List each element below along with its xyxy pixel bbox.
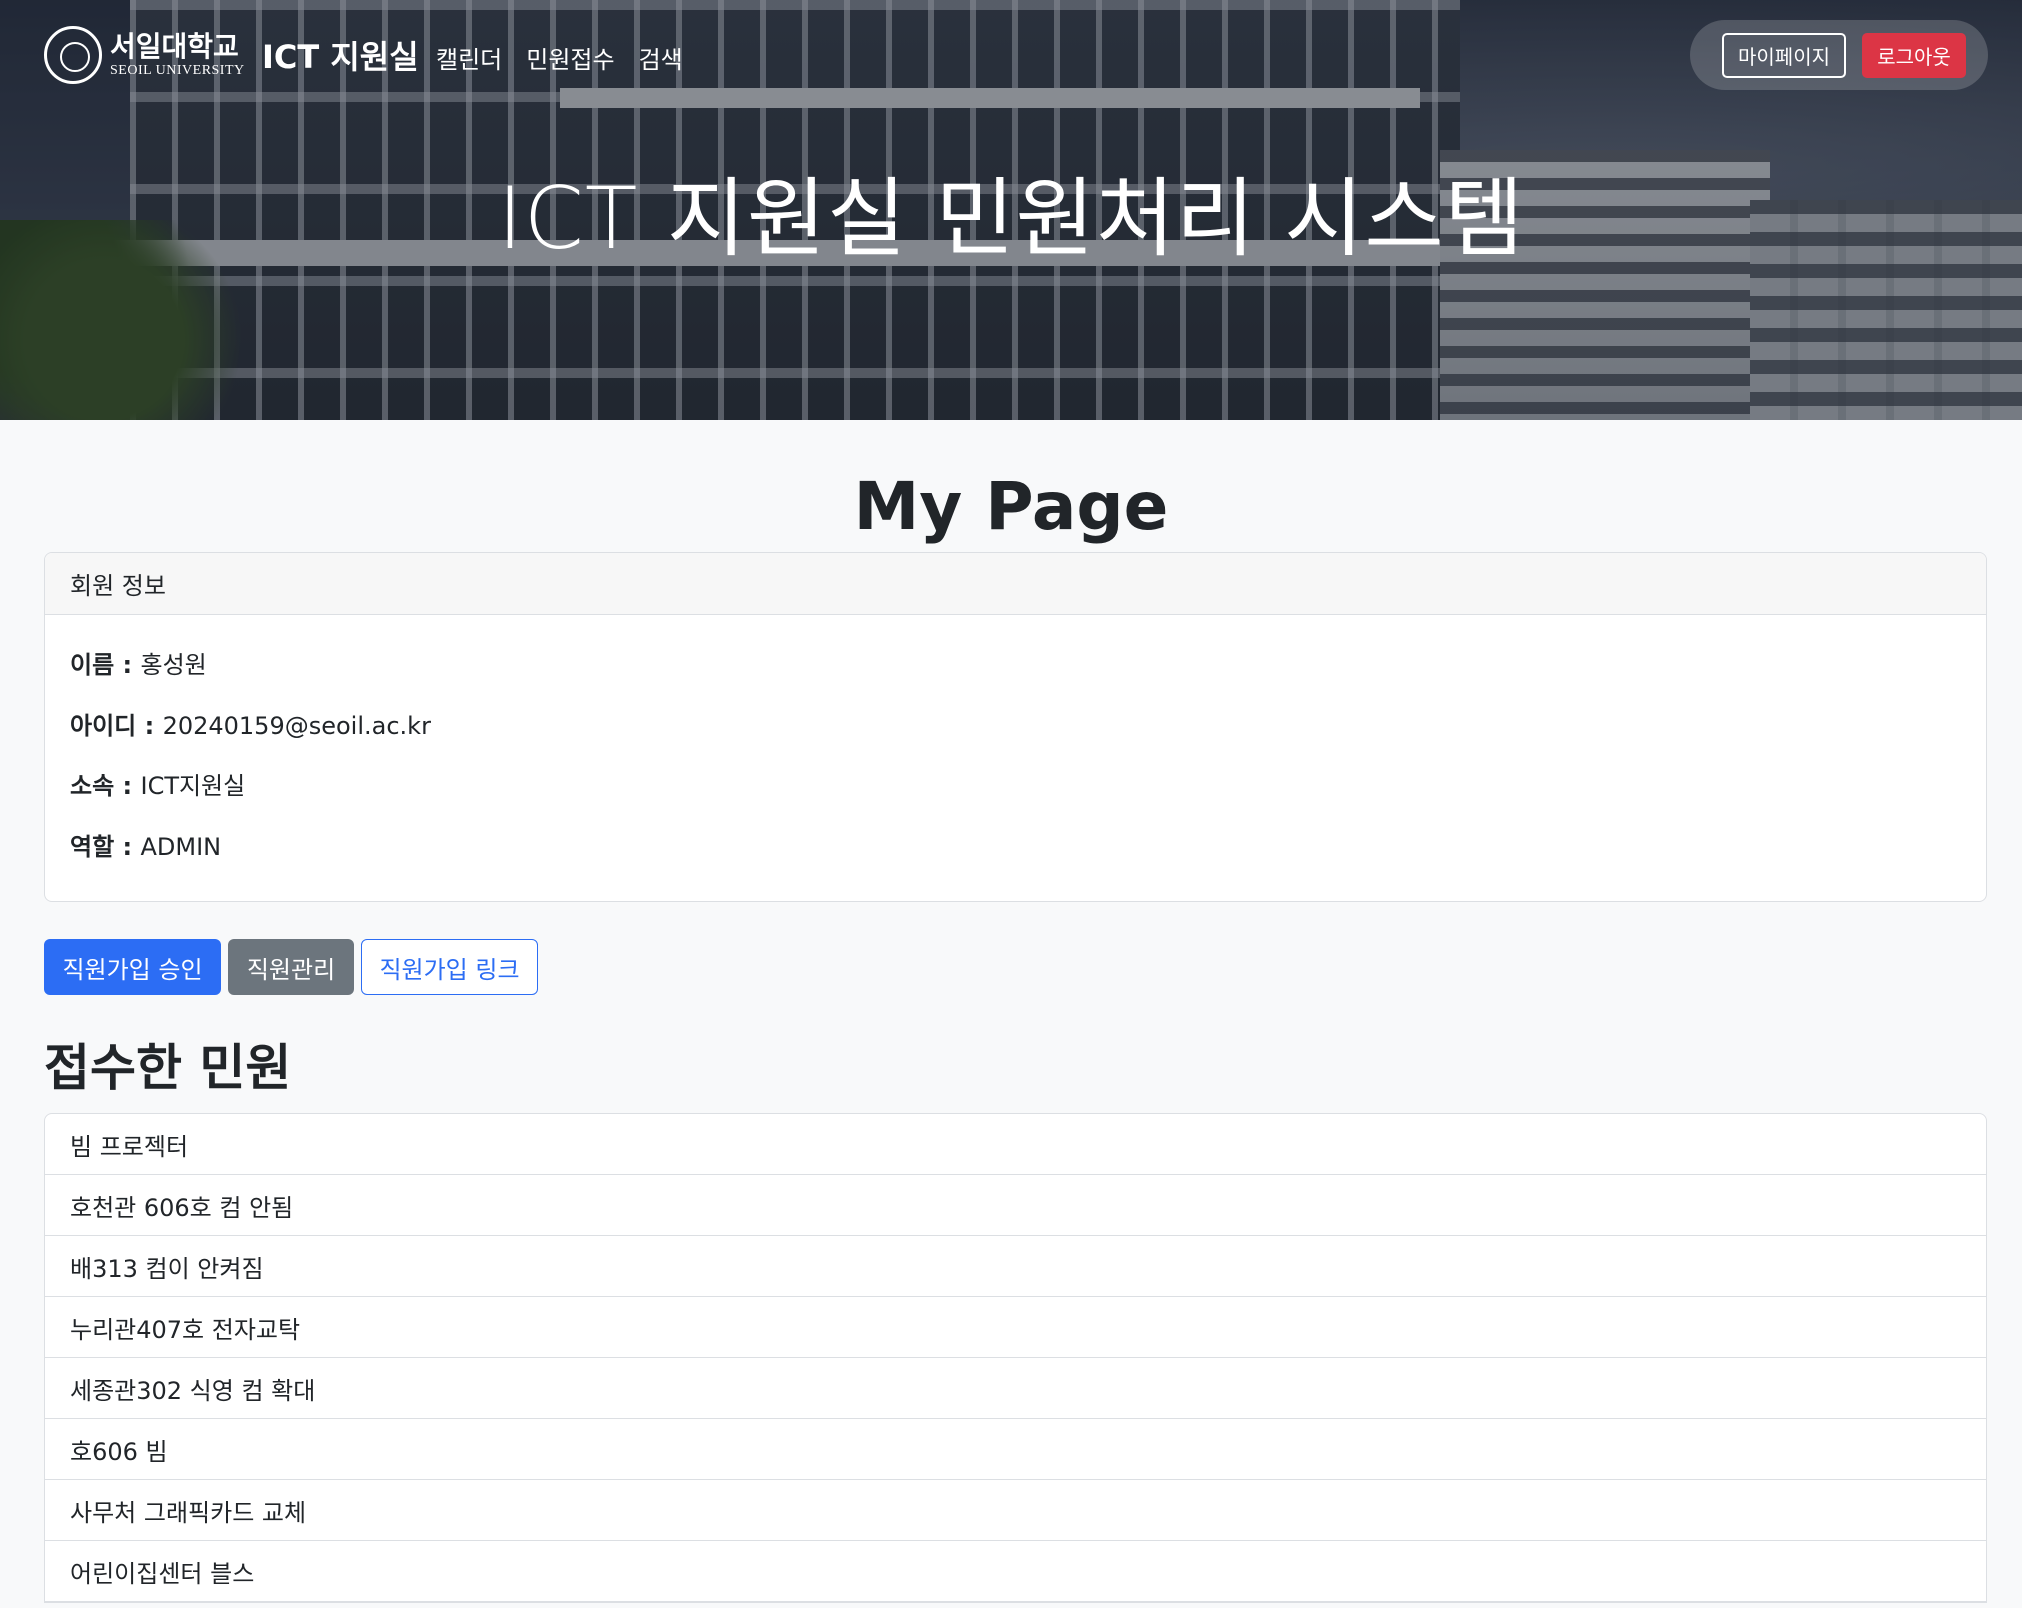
received-complaints-title: 접수한 민원 [44, 1039, 292, 1097]
info-row-id: 아이디 : 20240159@seoil.ac.kr [70, 712, 431, 740]
member-info-card: 회원 정보 이름 : 홍성원 아이디 : 20240159@seoil.ac.k… [44, 552, 1987, 902]
university-seal-icon [44, 26, 102, 84]
list-item[interactable]: 사무처 그래픽카드 교체 [45, 1480, 1986, 1541]
info-row-name: 이름 : 홍성원 [70, 651, 207, 679]
nav-complaint-submit[interactable]: 민원접수 [526, 40, 614, 75]
hero-title: ICT 지원실 민원처리 시스템 [497, 169, 1525, 269]
info-label-id: 아이디 [70, 712, 137, 740]
info-value-role: ADMIN [140, 833, 222, 861]
nav-calendar[interactable]: 캘린더 [436, 40, 502, 75]
list-item[interactable]: 빔 프로젝터 [45, 1114, 1986, 1175]
info-value-name: 홍성원 [140, 651, 207, 679]
info-label-affiliation: 소속 [70, 772, 115, 800]
list-item[interactable]: 배313 컴이 안켜짐 [45, 1236, 1986, 1297]
info-value-id: 20240159@seoil.ac.kr [162, 712, 431, 740]
logo-english: SEOIL UNIVERSITY [110, 63, 245, 78]
info-label-name: 이름 [70, 651, 115, 679]
received-complaints-list: 빔 프로젝터 호천관 606호 컴 안됨 배313 컴이 안켜짐 누리관407호… [44, 1113, 1987, 1603]
hero-banner: 서일대학교 SEOIL UNIVERSITY ICT 지원실 캘린더 민원접수 … [0, 0, 2022, 420]
page-title: My Page [853, 468, 1169, 545]
info-label-role: 역할 [70, 833, 115, 861]
staff-management-button[interactable]: 직원관리 [228, 939, 354, 995]
info-row-role: 역할 : ADMIN [70, 833, 222, 861]
logo-text: 서일대학교 SEOIL UNIVERSITY [110, 31, 245, 79]
university-logo[interactable]: 서일대학교 SEOIL UNIVERSITY [44, 26, 245, 84]
list-item[interactable]: 호606 빔 [45, 1419, 1986, 1480]
list-item[interactable]: 어린이집센터 블스 [45, 1541, 1986, 1602]
list-item[interactable]: 호천관 606호 컴 안됨 [45, 1175, 1986, 1236]
logo-korean: 서일대학교 [110, 30, 239, 63]
nav-search[interactable]: 검색 [639, 40, 683, 75]
logout-button[interactable]: 로그아웃 [1862, 33, 1966, 78]
brand-title[interactable]: ICT 지원실 [262, 32, 419, 78]
member-info-header: 회원 정보 [45, 553, 1986, 615]
list-item[interactable]: 누리관407호 전자교탁 [45, 1297, 1986, 1358]
info-row-affiliation: 소속 : ICT지원실 [70, 772, 246, 800]
staff-signup-link-button[interactable]: 직원가입 링크 [361, 939, 538, 995]
info-value-affiliation: ICT지원실 [140, 772, 246, 800]
nav-links: 캘린더 민원접수 검색 [436, 40, 683, 75]
list-item[interactable]: 세종관302 식영 컴 확대 [45, 1358, 1986, 1419]
mypage-button[interactable]: 마이페이지 [1722, 33, 1846, 78]
staff-signup-approve-button[interactable]: 직원가입 승인 [44, 939, 221, 995]
navbar: 서일대학교 SEOIL UNIVERSITY ICT 지원실 캘린더 민원접수 … [0, 0, 2022, 110]
